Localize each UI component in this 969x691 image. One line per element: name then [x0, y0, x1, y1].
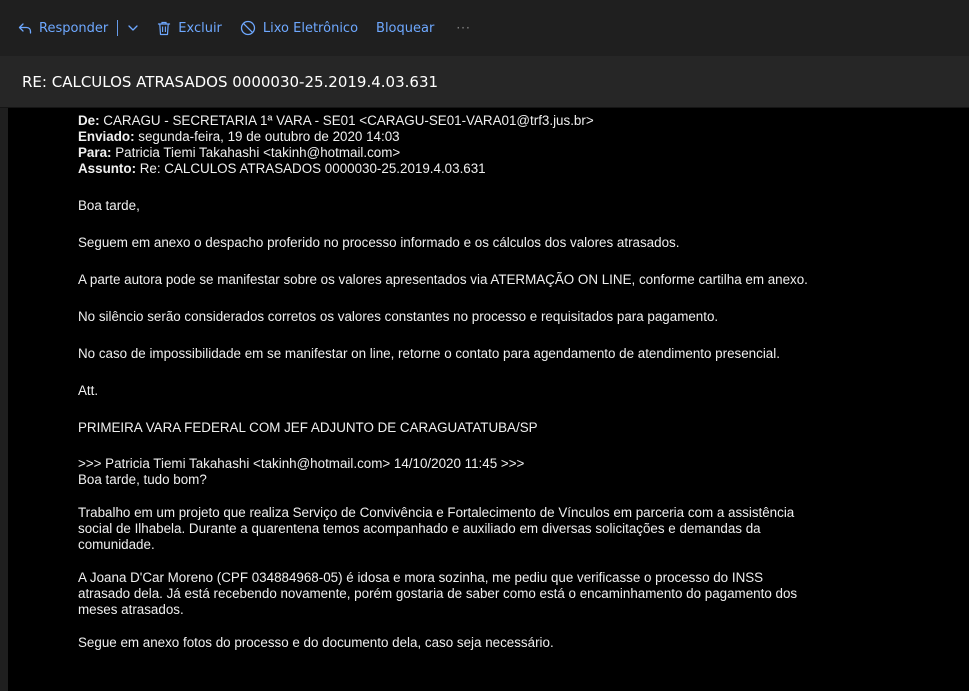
delete-button[interactable]: Excluir	[157, 21, 222, 36]
to-label: Para:	[78, 145, 112, 160]
message-body-pane: De: CARAGU - SECRETARIA 1ª VARA - SE01 <…	[8, 108, 969, 691]
header-sent: Enviado: segunda-feira, 19 de outubro de…	[78, 129, 958, 145]
quoted-paragraph-2-line: atrasado dela. Já está recebendo novamen…	[78, 586, 798, 601]
to-value: Patricia Tiemi Takahashi <takinh@hotmail…	[111, 145, 401, 160]
body-paragraph-2: A parte autora pode se manifestar sobre …	[78, 272, 808, 287]
header-from: De: CARAGU - SECRETARIA 1ª VARA - SE01 <…	[78, 113, 958, 129]
body-closing: Att.	[78, 383, 99, 398]
header-to: Para: Patricia Tiemi Takahashi <takinh@h…	[78, 145, 958, 161]
reply-icon	[18, 21, 32, 35]
quoted-paragraph-1-line: Trabalho em um projeto que realiza Servi…	[78, 505, 795, 520]
message-subject: RE: CALCULOS ATRASADOS 0000030-25.2019.4…	[22, 72, 439, 91]
block-button[interactable]: Bloquear	[376, 21, 434, 36]
subject-label: Assunto:	[78, 161, 137, 176]
message-subject-bar: RE: CALCULOS ATRASADOS 0000030-25.2019.4…	[0, 56, 969, 108]
reply-label: Responder	[39, 20, 109, 36]
more-options-button[interactable]: ···	[456, 21, 470, 35]
header-subject: Assunto: Re: CALCULOS ATRASADOS 0000030-…	[78, 161, 958, 177]
toolbar-divider	[117, 20, 119, 36]
quoted-greeting: Boa tarde, tudo bom?	[78, 472, 207, 487]
quoted-paragraph-1-line: comunidade.	[78, 537, 155, 552]
block-circle-icon	[240, 20, 256, 36]
reply-options-dropdown[interactable]	[127, 22, 139, 34]
quoted-header: >>> Patricia Tiemi Takahashi <takinh@hot…	[78, 456, 525, 471]
quoted-paragraph-1-line: social de Ilhabela. Durante a quarentena…	[78, 521, 761, 536]
body-signature: PRIMEIRA VARA FEDERAL COM JEF ADJUNTO DE…	[78, 420, 538, 435]
message-toolbar: Responder Excluir Lixo Eletrônico Bloque…	[0, 0, 969, 56]
body-paragraph-4: No caso de impossibilidade em se manifes…	[78, 346, 780, 361]
quoted-paragraph-2-line: meses atrasados.	[78, 602, 184, 617]
quoted-paragraph-3: Segue em anexo fotos do processo e do do…	[78, 635, 554, 650]
quoted-message: >>> Patricia Tiemi Takahashi <takinh@hot…	[78, 456, 958, 651]
reply-button[interactable]: Responder	[18, 21, 108, 36]
from-value: CARAGU - SECRETARIA 1ª VARA - SE01 <CARA…	[99, 113, 594, 128]
body-greeting: Boa tarde,	[78, 198, 140, 213]
mail-window: Responder Excluir Lixo Eletrônico Bloque…	[0, 0, 969, 691]
body-paragraph-1: Seguem em anexo o despacho proferido no …	[78, 235, 680, 250]
delete-label: Excluir	[178, 20, 222, 36]
message-body: De: CARAGU - SECRETARIA 1ª VARA - SE01 <…	[78, 113, 958, 651]
quoted-paragraph-2-line: A Joana D'Car Moreno (CPF 034884968-05) …	[78, 570, 764, 585]
body-paragraph-3: No silêncio serão considerados corretos …	[78, 309, 719, 324]
from-label: De:	[78, 113, 100, 128]
junk-label: Lixo Eletrônico	[262, 20, 359, 36]
quoted-paragraph-2: A Joana D'Car Moreno (CPF 034884968-05) …	[78, 570, 958, 618]
chevron-down-icon	[127, 22, 139, 34]
sent-label: Enviado:	[78, 129, 135, 144]
block-label: Bloquear	[376, 20, 435, 36]
subject-value: Re: CALCULOS ATRASADOS 0000030-25.2019.4…	[136, 161, 486, 176]
quoted-paragraph-1: Trabalho em um projeto que realiza Servi…	[78, 505, 958, 553]
junk-button[interactable]: Lixo Eletrônico	[240, 20, 358, 36]
sent-value: segunda-feira, 19 de outubro de 2020 14:…	[134, 129, 400, 144]
trash-icon	[157, 21, 171, 36]
